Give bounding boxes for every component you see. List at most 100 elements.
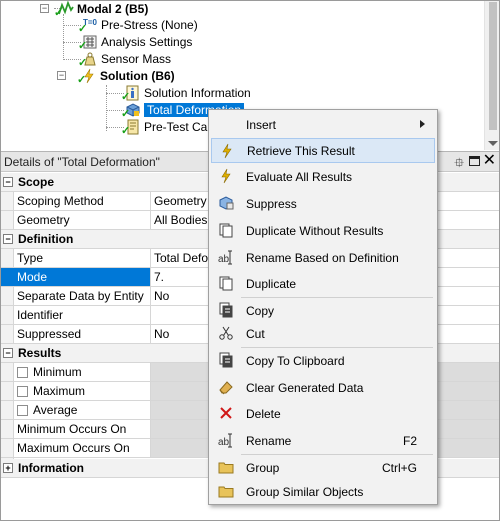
tree-item-solution-information[interactable]: ✓ Solution Information — [121, 84, 251, 102]
tree-label: Modal 2 (B5) — [77, 1, 149, 16]
tree-label: Solution (B6) — [100, 68, 175, 83]
property-key: Separate Data by Entity — [0, 287, 151, 305]
menu-item-label: Group — [246, 460, 280, 475]
submenu-arrow-icon — [420, 120, 425, 128]
tree-item-modal[interactable]: − ✓ Modal 2 (B5) — [40, 0, 149, 18]
tree-label: Pre-Stress (None) — [101, 17, 198, 32]
menu-item-label: Group Similar Objects — [246, 484, 364, 499]
maximize-icon[interactable] — [469, 156, 480, 166]
details-title: Details of "Total Deformation" — [4, 154, 160, 169]
sensor-mass-icon: ✓ — [78, 51, 98, 68]
menu-item-duplicate[interactable]: Duplicate — [211, 271, 435, 296]
menu-item-evaluate-all-results[interactable]: Evaluate All Results — [211, 164, 435, 189]
tree-item-solution[interactable]: − ✓ Solution (B6) — [57, 67, 175, 85]
close-icon[interactable]: ✕ — [483, 152, 496, 170]
property-key: Type — [0, 249, 151, 267]
section-title: Scope — [18, 175, 55, 189]
menu-item-copy-to-clipboard[interactable]: Copy To Clipboard — [211, 348, 435, 373]
shortcut-label: F2 — [402, 433, 417, 448]
menu-item-label: Evaluate All Results — [246, 169, 353, 184]
tree-item-analysis-settings[interactable]: ✓ Analysis Settings — [78, 33, 193, 52]
lightning-icon — [219, 143, 235, 159]
tree-label: Sensor Mass — [101, 51, 172, 66]
rename-icon: ab — [218, 249, 234, 265]
property-key: Average — [0, 401, 151, 419]
context-menu: Insert Retrieve This Result Evaluate All… — [208, 109, 438, 505]
menu-item-label: Cut — [246, 326, 265, 341]
section-title: Definition — [18, 232, 74, 246]
cut-icon — [218, 325, 234, 341]
lightning-icon — [218, 168, 234, 184]
parameter-checkbox[interactable] — [17, 366, 28, 378]
property-key: Identifier — [0, 306, 151, 324]
collapse-toggle[interactable]: − — [3, 348, 13, 358]
menu-item-insert[interactable]: Insert — [211, 112, 435, 137]
property-key: Minimum Occurs On — [0, 420, 151, 438]
section-title: Information — [18, 461, 84, 475]
tree-label: Pre-Test Cal — [144, 119, 211, 134]
parameter-checkbox[interactable] — [17, 404, 28, 416]
tree-scrollbar[interactable] — [484, 0, 500, 150]
tree-item-pre-test[interactable]: ✓ Pre-Test Cal — [121, 118, 211, 136]
modal-analysis-icon: ✓ — [54, 0, 74, 18]
menu-item-label: Clear Generated Data — [246, 380, 364, 395]
property-key: Scoping Method — [0, 192, 151, 210]
folder-icon — [218, 483, 234, 499]
svg-text:ab: ab — [218, 437, 230, 448]
shortcut-label: Ctrl+G — [381, 460, 417, 475]
menu-item-cut[interactable]: Cut — [211, 321, 435, 346]
clipboard-icon — [218, 352, 234, 368]
collapse-toggle[interactable]: − — [40, 4, 49, 13]
property-key: Maximum — [0, 382, 151, 400]
collapse-toggle[interactable]: − — [3, 234, 13, 244]
folder-icon — [218, 459, 234, 475]
tree-label: Solution Information — [144, 85, 251, 100]
expand-toggle[interactable]: + — [3, 463, 13, 473]
svg-text:ab: ab — [218, 254, 230, 265]
duplicate-icon — [218, 275, 234, 291]
menu-item-label: Duplicate Without Results — [246, 223, 384, 238]
menu-item-duplicate-without-results[interactable]: Duplicate Without Results — [211, 218, 435, 243]
menu-item-group[interactable]: Group Ctrl+G — [211, 455, 435, 480]
tree-item-prestress[interactable]: T=0 ✓ Pre-Stress (None) — [78, 16, 198, 35]
menu-item-rename-based-on-definition[interactable]: ab Rename Based on Definition — [211, 245, 435, 270]
eraser-icon — [218, 379, 234, 395]
pre-test-icon: ✓ — [121, 119, 141, 136]
menu-item-clear-generated-data[interactable]: Clear Generated Data — [211, 375, 435, 400]
property-key: Maximum Occurs On — [0, 439, 151, 457]
menu-item-copy[interactable]: Copy — [211, 298, 435, 323]
property-key: Suppressed — [0, 325, 151, 343]
parameter-checkbox[interactable] — [17, 385, 28, 397]
scroll-down-arrow-icon[interactable] — [488, 141, 498, 146]
menu-item-suppress[interactable]: Suppress — [211, 191, 435, 216]
menu-item-label: Insert — [246, 117, 277, 132]
menu-item-rename[interactable]: ab Rename F2 — [211, 428, 435, 453]
menu-item-label: Suppress — [246, 196, 297, 211]
property-key: Minimum — [0, 363, 151, 381]
collapse-toggle[interactable]: − — [3, 177, 13, 187]
menu-item-delete[interactable]: Delete — [211, 401, 435, 426]
menu-item-retrieve-this-result[interactable]: Retrieve This Result — [211, 138, 435, 163]
section-title: Results — [18, 346, 62, 360]
menu-item-label: Copy — [246, 303, 275, 318]
menu-item-label: Rename Based on Definition — [246, 250, 399, 265]
tree-item-sensor-mass[interactable]: ✓ Sensor Mass — [78, 50, 172, 69]
prestress-icon: T=0 ✓ — [78, 17, 98, 35]
property-key: Mode — [0, 268, 151, 286]
solution-icon: ✓ — [77, 68, 97, 85]
menu-item-label: Copy To Clipboard — [246, 353, 345, 368]
analysis-settings-icon: ✓ — [78, 34, 98, 51]
tree-label: Analysis Settings — [101, 34, 193, 49]
duplicate-icon — [218, 222, 234, 238]
suppress-icon — [218, 195, 234, 211]
copy-icon — [218, 302, 234, 318]
property-key: Geometry — [0, 211, 151, 229]
menu-item-label: Retrieve This Result — [247, 143, 355, 158]
menu-item-label: Duplicate — [246, 276, 297, 291]
scrollbar-thumb[interactable] — [489, 2, 497, 130]
menu-item-label: Rename — [246, 433, 292, 448]
solution-information-icon: ✓ — [121, 85, 141, 102]
collapse-toggle[interactable]: − — [57, 71, 66, 80]
menu-item-group-similar-objects[interactable]: Group Similar Objects — [211, 479, 435, 504]
delete-icon — [218, 405, 234, 421]
